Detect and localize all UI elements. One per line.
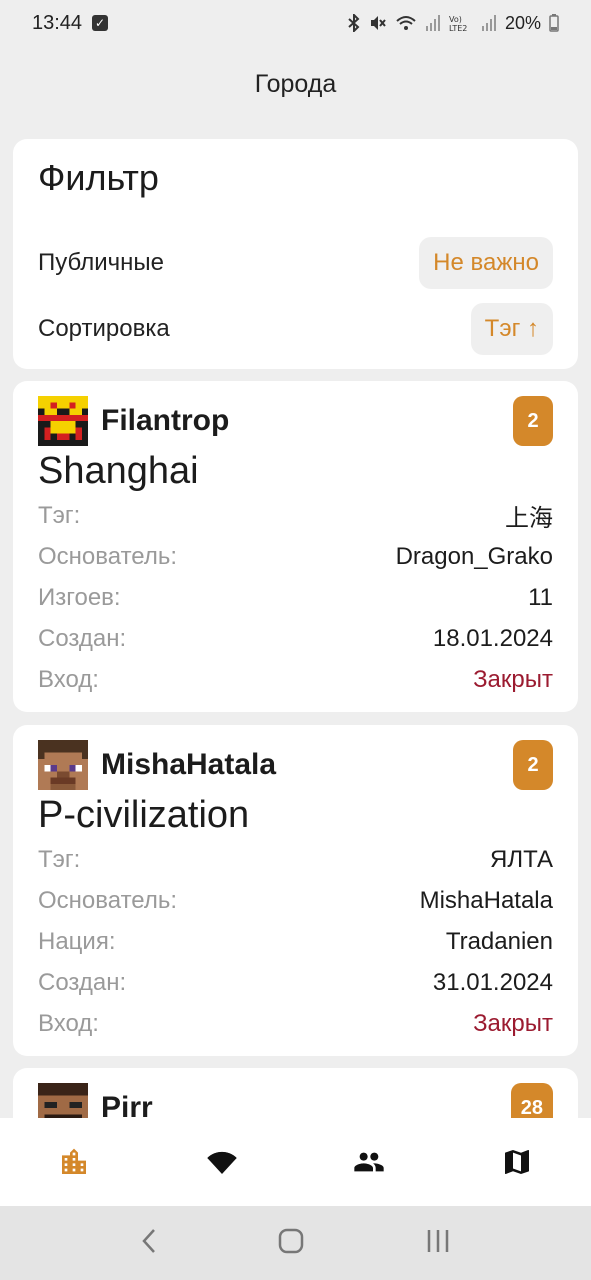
signal-2-icon [481, 14, 497, 32]
detail-row-founder: Основатель: MishaHatala [38, 880, 553, 921]
city-card[interactable]: MishaHatala 2 P-civilization Тэг: ЯЛТА Ос… [13, 725, 578, 1056]
svg-text:LTE2: LTE2 [449, 24, 467, 32]
filter-sort-row: Сортировка Тэг ↑ [38, 303, 553, 355]
filter-public-row: Публичные Не важно [38, 237, 553, 289]
detail-key: Тэг: [38, 501, 81, 529]
city-name: Shanghai [38, 450, 199, 492]
detail-row-tag: Тэг: ЯЛТА [38, 839, 553, 880]
detail-row-tag: Тэг: 上海 [38, 495, 553, 536]
city-details: Тэг: 上海 Основатель: Dragon_Grako Изгоев: 11… [38, 495, 553, 700]
detail-row-created: Создан: 31.01.2024 [38, 962, 553, 1003]
nav-network-tab[interactable] [182, 1132, 262, 1192]
wifi-icon [206, 1151, 237, 1174]
filter-title: Фильтр [38, 157, 159, 198]
detail-value: ЯЛТА [490, 845, 553, 873]
detail-value: 11 [528, 583, 553, 611]
back-icon [142, 1228, 156, 1253]
filter-sort-button[interactable]: Тэг ↑ [470, 303, 553, 355]
avatar [38, 396, 88, 446]
detail-key: Основатель: [38, 886, 178, 914]
count-badge: 2 [513, 396, 553, 446]
detail-row-founder: Основатель: Dragon_Grako [38, 536, 553, 577]
city-name: P-civilization [38, 794, 250, 836]
nav-map-tab[interactable] [477, 1132, 557, 1192]
lte-icon: Vo) LTE2 [449, 14, 473, 32]
recents-button[interactable] [424, 1227, 452, 1260]
detail-row-nation: Нация: Tradanien [38, 921, 553, 962]
detail-row-outcasts: Изгоев: 11 [38, 577, 553, 618]
status-time: 13:44 [32, 11, 83, 34]
detail-key: Нация: [38, 927, 116, 955]
detail-value: MishaHatala [419, 886, 553, 914]
detail-key: Вход: [38, 665, 99, 693]
count-badge: 2 [513, 740, 553, 790]
city-details: Тэг: ЯЛТА Основатель: MishaHatala Нация: Tr… [38, 839, 553, 1044]
mute-icon [369, 14, 387, 32]
city-card[interactable]: Filantrop 2 Shanghai Тэг: 上海 Основатель: D… [13, 381, 578, 712]
owner-name: Filantrop [101, 404, 230, 437]
city-icon [61, 1148, 86, 1174]
detail-value: Dragon_Grako [395, 542, 553, 570]
filter-public-button[interactable]: Не важно [419, 237, 553, 289]
battery-percent: 20% [504, 12, 541, 33]
wifi-status-icon [395, 14, 417, 32]
detail-value: 上海 [505, 505, 553, 532]
map-icon [505, 1150, 530, 1174]
detail-row-entry: Вход: Закрыт [38, 1003, 553, 1044]
home-icon [279, 1228, 304, 1253]
detail-key: Основатель: [38, 542, 178, 570]
entry-status: Закрыт [473, 665, 553, 693]
home-button[interactable] [277, 1227, 305, 1260]
filter-sort-label: Сортировка [38, 315, 170, 342]
system-navigation-bar [0, 1206, 591, 1280]
nav-people-tab[interactable] [329, 1132, 409, 1192]
page-title: Города [254, 70, 337, 98]
battery-icon [549, 14, 559, 32]
detail-value: Tradanien [445, 927, 553, 955]
detail-key: Тэг: [38, 845, 81, 873]
detail-key: Изгоев: [38, 583, 121, 611]
filter-card: Фильтр Публичные Не важно Сортировка Тэг… [13, 139, 578, 369]
filter-public-label: Публичные [38, 249, 164, 276]
people-icon [354, 1152, 385, 1172]
detail-value: 31.01.2024 [432, 968, 553, 996]
detail-value: 18.01.2024 [432, 624, 553, 652]
detail-row-entry: Вход: Закрыт [38, 659, 553, 700]
recents-icon [427, 1229, 449, 1252]
avatar [38, 740, 88, 790]
status-bar: 13:44 ✓ Vo) LTE2 20% [0, 0, 591, 46]
owner-name: MishaHatala [101, 748, 277, 781]
svg-text:Vo): Vo) [449, 15, 462, 24]
back-button[interactable] [139, 1227, 159, 1260]
nav-cities-tab[interactable] [34, 1132, 114, 1192]
detail-key: Создан: [38, 624, 127, 652]
detail-row-created: Создан: 18.01.2024 [38, 618, 553, 659]
entry-status: Закрыт [473, 1009, 553, 1037]
bluetooth-icon [347, 14, 361, 32]
notification-check-icon: ✓ [92, 15, 109, 31]
signal-icon [425, 14, 441, 32]
detail-key: Создан: [38, 968, 127, 996]
detail-key: Вход: [38, 1009, 99, 1037]
bottom-navigation [0, 1118, 591, 1206]
